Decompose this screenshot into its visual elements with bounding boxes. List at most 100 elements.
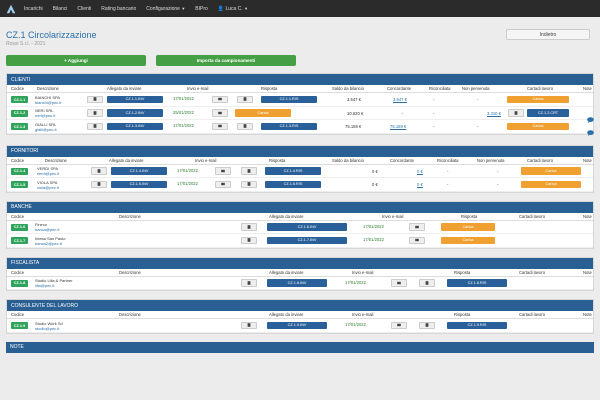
- row-email[interactable]: banca2@pec.it: [35, 241, 65, 246]
- document-icon[interactable]: [91, 167, 107, 175]
- envelope-icon[interactable]: [215, 180, 231, 188]
- row-code[interactable]: CZ.1.5: [11, 181, 28, 188]
- row-code[interactable]: CZ.1.4: [11, 167, 28, 175]
- inv-button[interactable]: CZ.1.7.INV: [267, 236, 347, 244]
- document-icon[interactable]: [237, 122, 253, 130]
- inv-button[interactable]: CZ.1.6.INV: [267, 223, 347, 231]
- fiscalista-panel: FISCALISTA Codice Descrizione Allegato d…: [6, 256, 594, 291]
- ris-button[interactable]: CZ.1.1.RIS: [261, 95, 317, 103]
- inv-button[interactable]: CZ.1.5.INV: [111, 180, 167, 188]
- row-description: Intesa San Paolo banca2@pec.it: [35, 236, 65, 246]
- saldo-value: 0 €: [372, 168, 378, 174]
- ris-button[interactable]: CZ.1.9.RIS: [447, 321, 507, 329]
- saldo-value: 3.547 €: [347, 97, 361, 102]
- document-icon[interactable]: [241, 223, 257, 231]
- comment-icon[interactable]: [587, 123, 594, 136]
- document-icon[interactable]: [508, 109, 524, 117]
- sent-date: 17/01/2022: [177, 167, 198, 173]
- sent-date: 17/01/2022: [177, 181, 198, 186]
- back-button[interactable]: Indietro: [506, 29, 590, 40]
- row-email[interactable]: studio@pec.it: [35, 326, 63, 331]
- row-email[interactable]: neri@pec.it: [35, 113, 55, 118]
- ris-button[interactable]: CZ.1.3.RIS: [261, 122, 317, 130]
- document-icon[interactable]: [241, 279, 257, 287]
- non-pervenuta-value[interactable]: 3.310 €: [487, 111, 501, 116]
- document-icon[interactable]: [241, 236, 257, 244]
- nav-bilanci[interactable]: Bilanci: [53, 6, 68, 12]
- row-email[interactable]: gialli@pec.it: [35, 127, 57, 132]
- row-code[interactable]: CZ.1.8: [11, 279, 28, 287]
- document-icon[interactable]: [241, 167, 257, 175]
- table-row: CZ.1.5 VIOLA SPA viola@pec.it CZ.1.5.INV …: [7, 178, 593, 192]
- carica-button[interactable]: Carica: [507, 122, 569, 130]
- add-button[interactable]: + Aggiungi: [6, 55, 146, 66]
- document-icon[interactable]: [237, 95, 253, 103]
- saldo-value: 10.620 €: [347, 110, 364, 116]
- inv-button[interactable]: CZ.1.1.INV: [107, 95, 163, 103]
- envelope-icon[interactable]: [409, 223, 425, 231]
- document-icon[interactable]: [87, 109, 103, 117]
- nav-rating-bancario[interactable]: Rating bancario: [101, 6, 136, 12]
- col-cartadi: Cartadi lavoro: [527, 86, 554, 91]
- non-pervenuta-value: -: [497, 182, 499, 187]
- row-email[interactable]: lilla@pec.it: [35, 283, 73, 288]
- nav-clienti[interactable]: Clienti: [77, 6, 91, 12]
- comment-icon[interactable]: [587, 110, 594, 123]
- document-icon[interactable]: [241, 180, 257, 188]
- inv-button[interactable]: CZ.1.3.INV: [107, 122, 163, 130]
- row-email[interactable]: banca@pec.it: [35, 227, 60, 232]
- inv-button[interactable]: CZ.1.4.INV: [111, 167, 167, 175]
- col-non-pervenuta: Non pervenuta: [462, 86, 490, 91]
- carica-risposta-button[interactable]: Carica: [235, 109, 291, 117]
- carica-button[interactable]: Carica: [521, 180, 581, 188]
- inv-button[interactable]: CZ.1.2.INV: [107, 109, 163, 117]
- row-email[interactable]: viola@pec.it: [37, 185, 59, 190]
- row-code[interactable]: CZ.1.2: [11, 109, 28, 117]
- banche-header: BANCHE: [7, 201, 593, 213]
- document-icon[interactable]: [419, 321, 435, 329]
- carica-button[interactable]: Carica: [507, 95, 569, 103]
- envelope-icon[interactable]: [391, 321, 407, 329]
- row-code[interactable]: CZ.1.3: [11, 123, 28, 130]
- row-code[interactable]: CZ.1.9: [11, 322, 28, 329]
- carica-button[interactable]: Carica: [521, 167, 581, 175]
- row-code[interactable]: CZ.1.7: [11, 237, 28, 244]
- document-icon[interactable]: [419, 279, 435, 287]
- document-icon[interactable]: [87, 122, 103, 130]
- row-email[interactable]: bianchi@pec.it: [35, 100, 61, 105]
- import-button[interactable]: Importa da campionamenti: [156, 55, 296, 66]
- nav-configurazione[interactable]: Configurazione ▼: [146, 6, 185, 12]
- envelope-icon[interactable]: [212, 109, 228, 117]
- carica-button[interactable]: Carica: [441, 236, 495, 244]
- ris-button[interactable]: CZ.1.4.RIS: [265, 167, 321, 175]
- concordante-value[interactable]: 0 €: [417, 182, 423, 187]
- col-riconciliata: Riconciliata: [429, 86, 451, 91]
- document-icon[interactable]: [87, 95, 103, 103]
- carica-button[interactable]: Carica: [441, 223, 495, 231]
- inv-button[interactable]: CZ.1.8.INV: [267, 279, 327, 287]
- envelope-icon[interactable]: [212, 122, 228, 130]
- col-risposta: Risposta: [454, 312, 471, 317]
- concordante-value[interactable]: 3.547 €: [393, 97, 407, 102]
- crt-button[interactable]: CZ.1.2.CRT: [527, 109, 569, 117]
- document-icon[interactable]: [91, 180, 107, 188]
- nav-user-menu[interactable]: 👤 Luca C. ▼: [218, 6, 248, 12]
- envelope-icon[interactable]: [212, 95, 228, 103]
- row-code[interactable]: CZ.1.6: [11, 223, 28, 231]
- concordante-value[interactable]: 0 €: [417, 169, 423, 174]
- col-codice: Codice: [11, 269, 25, 275]
- envelope-icon[interactable]: [215, 167, 231, 175]
- envelope-icon[interactable]: [409, 236, 425, 244]
- concordante-value[interactable]: 75.159 €: [390, 124, 406, 129]
- nav-incarichi[interactable]: Incarichi: [24, 6, 43, 12]
- envelope-icon[interactable]: [391, 279, 407, 287]
- col-saldo: Saldo da bilancio: [332, 157, 364, 163]
- nav-bipro[interactable]: BIPro: [195, 6, 208, 12]
- row-email[interactable]: verdi@pec.it: [37, 171, 59, 176]
- logo-icon[interactable]: [4, 2, 18, 16]
- row-code[interactable]: CZ.1.1: [11, 96, 28, 103]
- ris-button[interactable]: CZ.1.8.RIS: [447, 279, 507, 287]
- document-icon[interactable]: [241, 321, 257, 329]
- inv-button[interactable]: CZ.1.9.INV: [267, 321, 327, 329]
- ris-button[interactable]: CZ.1.5.RIS: [265, 180, 321, 188]
